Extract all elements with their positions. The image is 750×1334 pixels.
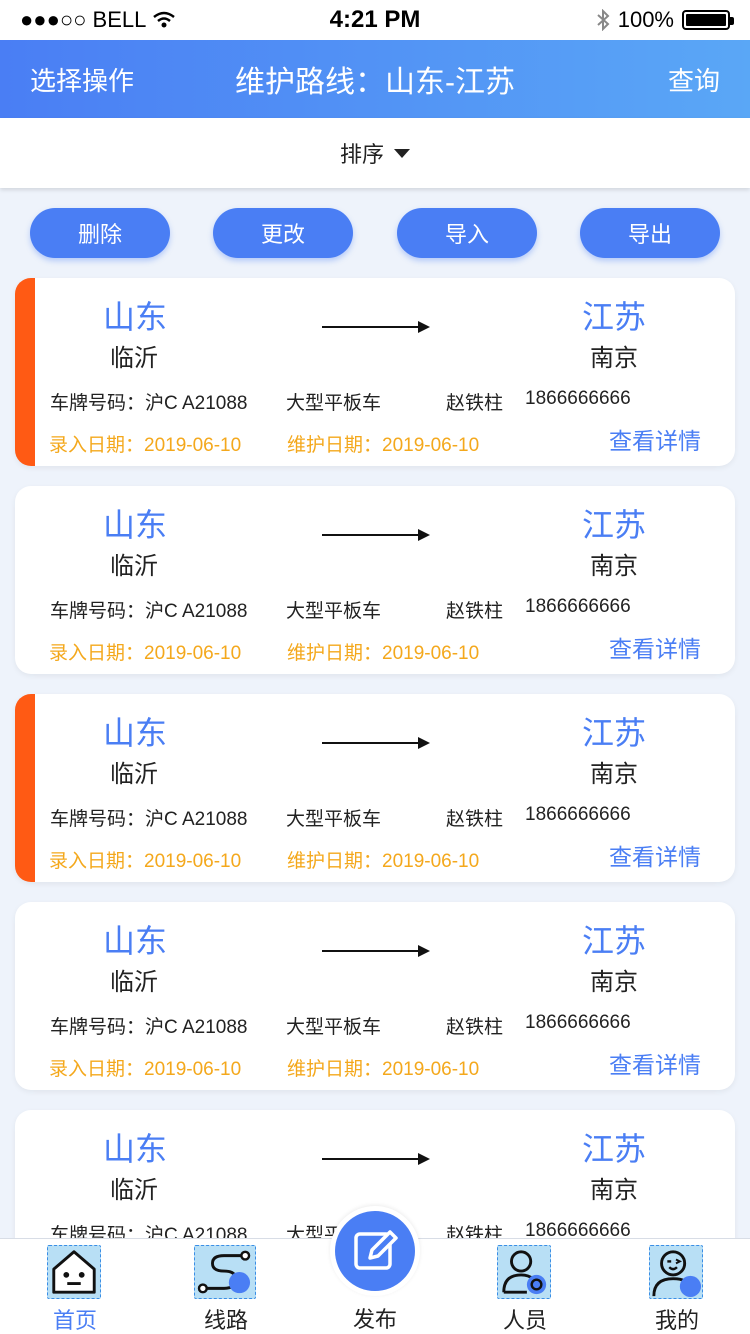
route-card[interactable]: 山东 临沂 江苏 南京 车牌号码：沪C A21088 大型平板车 赵铁柱 186… bbox=[15, 902, 735, 1090]
destination-city: 南京 bbox=[590, 969, 638, 996]
view-details-link[interactable]: 查看详情 bbox=[609, 630, 701, 664]
origin-province: 山东 bbox=[103, 715, 168, 751]
carrier-info: ●●●○○ BELL bbox=[20, 7, 176, 33]
vehicle-type: 大型平板车 bbox=[286, 393, 382, 414]
origin-province: 山东 bbox=[103, 1131, 168, 1167]
caret-down-icon bbox=[394, 148, 410, 158]
plate-number: 车牌号码：沪C A21088 bbox=[50, 601, 248, 622]
route-card[interactable]: 山东 临沂 江苏 南京 车牌号码：沪C A21088 大型平板车 赵铁柱 186… bbox=[15, 486, 735, 674]
route-icon bbox=[194, 1245, 256, 1299]
driver-phone: 1866666666 bbox=[525, 388, 631, 409]
route-arrow-icon bbox=[322, 945, 430, 957]
route-arrow-icon bbox=[322, 1153, 430, 1165]
tab-route-label: 线路 bbox=[203, 1308, 248, 1333]
select-operation-button[interactable]: 选择操作 bbox=[30, 61, 134, 98]
maintenance-date: 维护日期：2019-06-10 bbox=[287, 435, 480, 456]
staff-settings-icon bbox=[497, 1245, 551, 1299]
origin-province: 山东 bbox=[103, 299, 168, 335]
origin-province: 山东 bbox=[103, 507, 168, 543]
origin-province: 山东 bbox=[103, 923, 168, 959]
route-arrow-icon bbox=[322, 529, 430, 541]
tab-publish-label: 发布 bbox=[352, 1307, 397, 1332]
plate-number: 车牌号码：沪C A21088 bbox=[50, 1017, 248, 1038]
destination-province: 江苏 bbox=[582, 299, 647, 335]
destination-city: 南京 bbox=[590, 1177, 638, 1204]
route-arrow-icon bbox=[322, 737, 430, 749]
origin-city: 临沂 bbox=[110, 1177, 158, 1204]
destination-city: 南京 bbox=[590, 345, 638, 372]
driver-name: 赵铁柱 bbox=[446, 1017, 504, 1038]
vehicle-type: 大型平板车 bbox=[286, 601, 382, 622]
driver-name: 赵铁柱 bbox=[446, 809, 504, 830]
maintenance-date: 维护日期：2019-06-10 bbox=[287, 1059, 480, 1080]
entry-date: 录入日期：2019-06-10 bbox=[49, 435, 242, 456]
entry-date: 录入日期：2019-06-10 bbox=[49, 851, 242, 872]
tab-route[interactable]: 线路 bbox=[176, 1239, 276, 1334]
edit-button[interactable]: 更改 bbox=[213, 208, 353, 258]
delete-button[interactable]: 删除 bbox=[30, 208, 170, 258]
route-card[interactable]: 山东 临沂 江苏 南京 车牌号码：沪C A21088 大型平板车 赵铁柱 186… bbox=[15, 694, 735, 882]
destination-city: 南京 bbox=[590, 761, 638, 788]
nav-bar: 选择操作 维护路线：山东-江苏 查询 bbox=[0, 40, 750, 118]
origin-city: 临沂 bbox=[110, 761, 158, 788]
driver-name: 赵铁柱 bbox=[446, 601, 504, 622]
origin-city: 临沂 bbox=[110, 969, 158, 996]
view-details-link[interactable]: 查看详情 bbox=[609, 838, 701, 872]
driver-phone: 1866666666 bbox=[525, 596, 631, 617]
tab-staff-label: 人员 bbox=[502, 1308, 547, 1333]
vehicle-type: 大型平板车 bbox=[286, 1017, 382, 1038]
driver-phone: 1866666666 bbox=[525, 1012, 631, 1033]
tab-mine[interactable]: 我的 bbox=[627, 1239, 727, 1334]
origin-city: 临沂 bbox=[110, 345, 158, 372]
origin-city: 临沂 bbox=[110, 553, 158, 580]
status-right: 100% bbox=[596, 7, 734, 33]
sort-dropdown[interactable]: 排序 bbox=[0, 118, 750, 188]
edit-pencil-icon bbox=[335, 1211, 415, 1291]
export-button[interactable]: 导出 bbox=[580, 208, 720, 258]
plate-number: 车牌号码：沪C A21088 bbox=[50, 809, 248, 830]
publish-button[interactable] bbox=[330, 1206, 420, 1296]
wifi-icon bbox=[153, 11, 176, 28]
sort-label: 排序 bbox=[339, 142, 384, 167]
tab-staff[interactable]: 人员 bbox=[475, 1239, 575, 1334]
maintenance-date: 维护日期：2019-06-10 bbox=[287, 851, 480, 872]
tab-home-label: 首页 bbox=[52, 1308, 97, 1333]
route-card[interactable]: 山东 临沂 江苏 南京 车牌号码：沪C A21088 大型平板车 赵铁柱 186… bbox=[15, 278, 735, 466]
battery-percent: 100% bbox=[617, 7, 674, 32]
view-details-link[interactable]: 查看详情 bbox=[609, 422, 701, 456]
profile-icon bbox=[649, 1245, 703, 1299]
route-arrow-icon bbox=[322, 321, 430, 333]
vehicle-type: 大型平板车 bbox=[286, 809, 382, 830]
battery-icon bbox=[682, 10, 734, 30]
entry-date: 录入日期：2019-06-10 bbox=[49, 1059, 242, 1080]
home-icon bbox=[47, 1245, 101, 1299]
destination-province: 江苏 bbox=[582, 507, 647, 543]
driver-phone: 1866666666 bbox=[525, 804, 631, 825]
query-button[interactable]: 查询 bbox=[668, 61, 720, 98]
driver-name: 赵铁柱 bbox=[446, 393, 504, 414]
entry-date: 录入日期：2019-06-10 bbox=[49, 643, 242, 664]
maintenance-date: 维护日期：2019-06-10 bbox=[287, 643, 480, 664]
status-bar: ●●●○○ BELL 4:21 PM 100% bbox=[0, 0, 750, 40]
tab-home[interactable]: 首页 bbox=[25, 1239, 125, 1334]
carrier-label: ●●●○○ BELL bbox=[20, 7, 147, 32]
bluetooth-icon bbox=[597, 9, 610, 31]
view-details-link[interactable]: 查看详情 bbox=[609, 1046, 701, 1080]
destination-province: 江苏 bbox=[582, 923, 647, 959]
tab-mine-label: 我的 bbox=[654, 1308, 699, 1333]
destination-province: 江苏 bbox=[582, 1131, 647, 1167]
action-row: 删除 更改 导入 导出 bbox=[0, 208, 750, 258]
destination-province: 江苏 bbox=[582, 715, 647, 751]
plate-number: 车牌号码：沪C A21088 bbox=[50, 393, 248, 414]
destination-city: 南京 bbox=[590, 553, 638, 580]
import-button[interactable]: 导入 bbox=[397, 208, 537, 258]
